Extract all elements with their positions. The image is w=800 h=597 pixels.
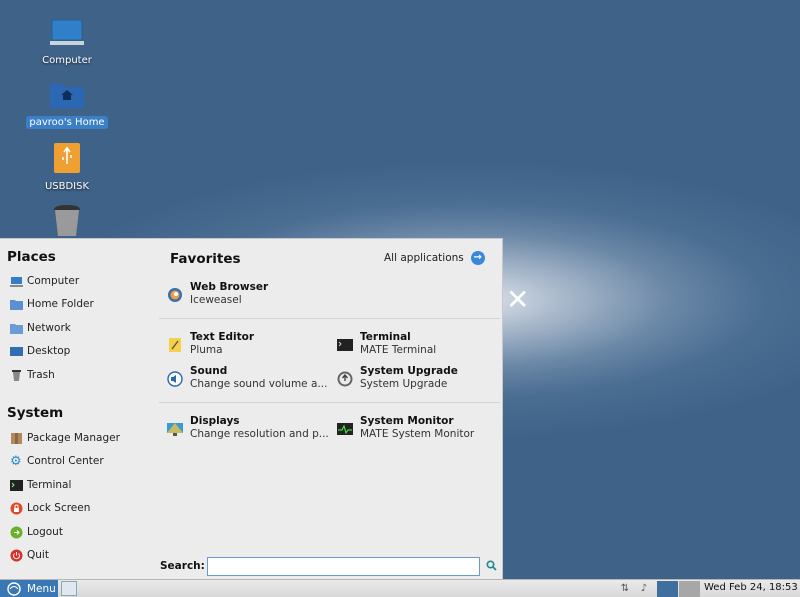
places-item-label: Computer — [27, 275, 80, 287]
home-folder-icon — [50, 84, 84, 108]
trash-icon — [10, 369, 23, 382]
logout-icon — [10, 526, 23, 539]
distro-logo: ✕ — [506, 283, 530, 316]
desktop-icon — [10, 345, 23, 358]
terminal-icon — [337, 339, 353, 351]
web-browser-icon — [168, 288, 182, 302]
start-menu: Places Computer Home Folder Network Desk… — [0, 238, 503, 579]
all-applications-label: All applications — [384, 252, 464, 264]
system-item-label: Package Manager — [27, 432, 120, 444]
bottom-panel: Menu ⇅ ♪ Wed Feb 24, 18:53 — [0, 579, 800, 597]
places-item-desktop[interactable]: Desktop — [10, 342, 70, 360]
system-item-label: Logout — [27, 526, 63, 538]
app-desc: Change sound volume a... — [190, 378, 328, 390]
desktop-icon-trash[interactable] — [22, 204, 112, 241]
usb-disk-icon — [54, 143, 80, 173]
system-item-label: Control Center — [27, 455, 104, 467]
search-label: Search: — [160, 560, 205, 572]
app-name: System Monitor — [360, 415, 454, 427]
app-desc: Pluma — [190, 344, 223, 356]
app-name: Sound — [190, 365, 228, 377]
workspace-1[interactable] — [657, 581, 678, 597]
power-icon — [10, 549, 23, 562]
gear-icon: ⚙ — [10, 453, 22, 469]
home-folder-icon — [10, 298, 23, 311]
computer-icon — [10, 275, 23, 288]
app-name: Terminal — [360, 331, 411, 343]
system-item-label: Terminal — [27, 479, 72, 491]
favorite-system-upgrade[interactable]: System Upgrade System Upgrade — [337, 365, 502, 393]
desktop-icon-label: pavroo's Home — [26, 116, 108, 129]
app-desc: MATE Terminal — [360, 344, 437, 356]
search-input[interactable] — [207, 557, 480, 576]
text-editor-icon — [169, 338, 181, 352]
places-item-label: Network — [27, 322, 71, 334]
volume-icon[interactable]: ♪ — [637, 582, 651, 595]
terminal-icon — [10, 479, 23, 492]
app-name: Displays — [190, 415, 240, 427]
trash-icon — [54, 205, 80, 236]
app-desc: Iceweasel — [190, 294, 242, 306]
places-heading: Places — [7, 249, 56, 265]
system-item-label: Quit — [27, 549, 49, 561]
show-desktop-button[interactable] — [61, 581, 77, 596]
places-item-trash[interactable]: Trash — [10, 366, 55, 384]
system-item-package-manager[interactable]: Package Manager — [10, 429, 120, 447]
places-item-label: Home Folder — [27, 298, 94, 310]
sound-icon — [167, 371, 183, 387]
favorite-text-editor[interactable]: Text Editor Pluma — [167, 331, 332, 359]
app-desc: System Upgrade — [360, 378, 448, 390]
package-manager-icon — [10, 432, 23, 445]
favorite-terminal[interactable]: Terminal MATE Terminal — [337, 331, 502, 359]
system-item-logout[interactable]: Logout — [10, 523, 63, 541]
favorite-system-monitor[interactable]: System Monitor MATE System Monitor — [337, 415, 502, 443]
network-folder-icon — [10, 322, 23, 335]
menu-button[interactable]: Menu — [0, 580, 58, 597]
favorite-web-browser[interactable]: Web Browser Iceweasel — [167, 281, 332, 309]
menu-left-pane: Places Computer Home Folder Network Desk… — [0, 239, 150, 579]
arrow-right-icon: → — [470, 251, 485, 265]
computer-icon — [50, 19, 84, 45]
system-item-quit[interactable]: Quit — [10, 546, 49, 564]
clock[interactable]: Wed Feb 24, 18:53 — [704, 582, 798, 593]
menu-logo-icon — [7, 581, 21, 596]
system-item-control-center[interactable]: ⚙ Control Center — [10, 452, 104, 470]
places-item-computer[interactable]: Computer — [10, 272, 79, 290]
system-heading: System — [7, 405, 64, 421]
places-item-network[interactable]: Network — [10, 319, 71, 337]
system-item-lock-screen[interactable]: Lock Screen — [10, 499, 90, 517]
favorite-displays[interactable]: Displays Change resolution and p... — [167, 415, 332, 443]
divider — [159, 318, 500, 319]
system-item-label: Lock Screen — [27, 502, 91, 514]
desktop-icon-home[interactable]: pavroo's Home — [22, 80, 112, 129]
desktop-icon-usbdisk[interactable]: USBDISK — [22, 142, 112, 193]
app-name: Web Browser — [190, 281, 269, 293]
favorite-sound[interactable]: Sound Change sound volume a... — [167, 365, 332, 393]
places-item-label: Trash — [27, 369, 55, 381]
system-upgrade-icon — [337, 371, 353, 387]
lock-icon — [10, 502, 23, 515]
app-name: System Upgrade — [360, 365, 458, 377]
favorites-heading: Favorites — [170, 251, 241, 267]
places-item-label: Desktop — [27, 345, 71, 357]
app-desc: Change resolution and p... — [190, 428, 329, 440]
menu-button-label: Menu — [27, 582, 56, 595]
network-icon[interactable]: ⇅ — [618, 582, 632, 595]
places-item-home-folder[interactable]: Home Folder — [10, 295, 94, 313]
app-name: Text Editor — [190, 331, 255, 343]
all-applications-button[interactable]: All applications → — [384, 251, 485, 265]
search-icon[interactable] — [486, 560, 497, 571]
system-monitor-icon — [337, 423, 353, 435]
desktop-icon-label: USBDISK — [44, 181, 90, 192]
system-item-terminal[interactable]: Terminal — [10, 476, 71, 494]
displays-icon — [167, 423, 183, 436]
desktop-icon-computer[interactable]: Computer — [22, 18, 112, 67]
workspace-2[interactable] — [679, 581, 700, 597]
app-desc: MATE System Monitor — [360, 428, 475, 440]
desktop-icon-label: Computer — [42, 55, 92, 66]
divider — [159, 402, 500, 403]
